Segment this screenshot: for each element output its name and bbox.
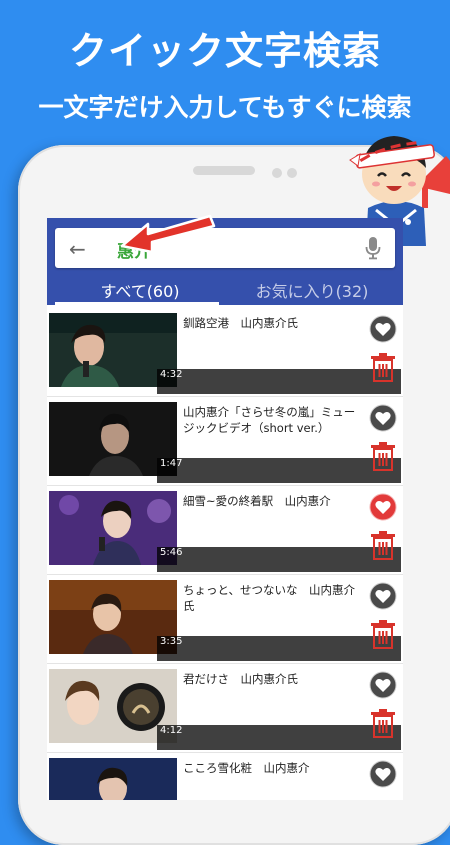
video-title[interactable]: 釧路空港 山内惠介氏 [183, 315, 365, 331]
phone-sensor [287, 168, 297, 178]
heart-icon[interactable] [369, 760, 397, 788]
heart-icon[interactable] [369, 671, 397, 699]
list-item[interactable]: こころ雪化粧 山内惠介 [47, 754, 403, 800]
video-title[interactable]: ちょっと、せつないな 山内惠介氏 [183, 582, 365, 614]
list-item[interactable]: 4:12 君だけさ 山内惠介氏 [47, 665, 403, 753]
tab-all[interactable]: すべて(60) [55, 278, 225, 304]
video-title[interactable]: 山内惠介「さらせ冬の嵐」ミュージックビデオ（short ver.） [183, 404, 365, 436]
heart-icon[interactable] [369, 404, 397, 432]
heart-icon[interactable] [369, 582, 397, 610]
video-duration: 3:35 [157, 636, 401, 661]
trash-icon[interactable] [370, 531, 396, 561]
heart-icon[interactable] [369, 315, 397, 343]
video-duration: 1:47 [157, 458, 401, 483]
app-bar: ← 惠介 すべて(60) お気に入り(32) [47, 218, 403, 305]
video-duration: 4:12 [157, 725, 401, 750]
video-duration: 4:32 [157, 369, 401, 394]
active-tab-indicator [55, 302, 219, 305]
callout-arrow-icon [120, 214, 216, 254]
trash-icon[interactable] [370, 442, 396, 472]
video-title[interactable]: 細雪~愛の終着駅 山内惠介 [183, 493, 365, 509]
video-list[interactable]: 4:32 釧路空港 山内惠介氏 1:47 山内惠介「さらせ冬の嵐」ミュージックビ… [47, 309, 403, 800]
video-thumbnail[interactable] [49, 758, 177, 800]
search-box[interactable]: ← 惠介 [55, 228, 395, 268]
video-title[interactable]: 君だけさ 山内惠介氏 [183, 671, 365, 687]
video-duration: 5:46 [157, 547, 401, 572]
list-item[interactable]: 3:35 ちょっと、せつないな 山内惠介氏 [47, 576, 403, 664]
phone-sensor [272, 168, 282, 178]
tab-favorites[interactable]: お気に入り(32) [227, 278, 397, 304]
back-arrow-icon[interactable]: ← [69, 237, 86, 261]
app-screen: ← 惠介 すべて(60) お気に入り(32) 4:32 釧路空港 山内惠介氏 1… [47, 218, 403, 800]
video-title[interactable]: こころ雪化粧 山内惠介 [183, 760, 365, 776]
phone-speaker [193, 166, 255, 175]
list-item[interactable]: 1:47 山内惠介「さらせ冬の嵐」ミュージックビデオ（short ver.） [47, 398, 403, 486]
trash-icon[interactable] [370, 353, 396, 383]
microphone-icon[interactable] [365, 236, 381, 260]
trash-icon[interactable] [370, 620, 396, 650]
heart-icon[interactable] [369, 493, 397, 521]
list-item[interactable]: 5:46 細雪~愛の終着駅 山内惠介 [47, 487, 403, 575]
promo-headline: クイック文字検索 [68, 29, 381, 73]
trash-icon[interactable] [370, 709, 396, 739]
list-item[interactable]: 4:32 釧路空港 山内惠介氏 [47, 309, 403, 397]
